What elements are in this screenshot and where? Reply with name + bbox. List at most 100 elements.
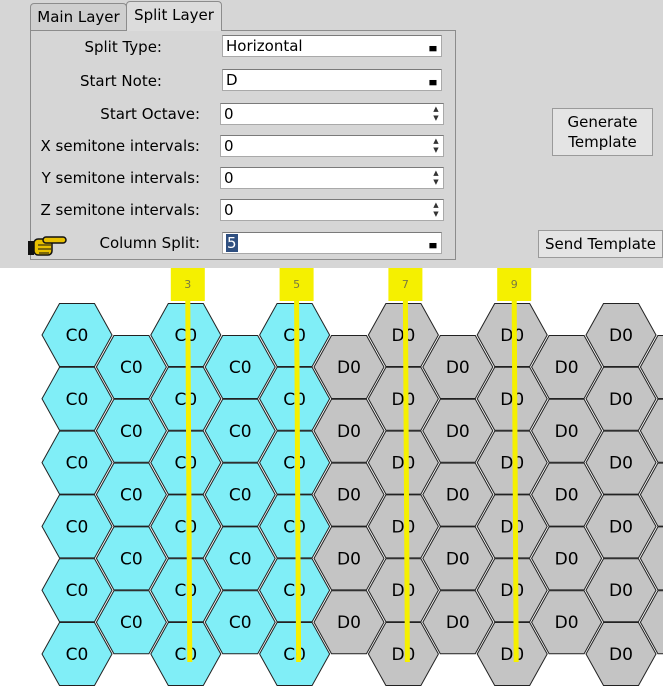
hex-key-label: D0 (446, 486, 470, 506)
hex-key-label: C0 (66, 326, 89, 346)
pointing-hand-icon (28, 236, 67, 256)
hex-key-label: D0 (337, 613, 361, 633)
y-semitone-value: 0 (224, 169, 234, 187)
hex-key-label: C0 (174, 645, 197, 665)
hex-key-label: D0 (337, 486, 361, 506)
y-semitone-label: Y semitone intervals: (41, 169, 200, 187)
start-note-label: Start Note: (80, 72, 162, 90)
x-semitone-label: X semitone intervals: (40, 137, 201, 155)
hex-key-label: C0 (283, 581, 306, 601)
hex-key-label: D0 (609, 581, 633, 601)
hex-key-label: D0 (555, 549, 579, 569)
column-split-value: 5 (226, 234, 238, 252)
spinner-arrows-icon[interactable]: ▲ ▼ (431, 106, 441, 122)
hex-key-label: C0 (120, 422, 143, 442)
hex-key-label: D0 (609, 517, 633, 537)
tab-main-layer[interactable]: Main Layer (30, 3, 127, 30)
hex-key-label: D0 (500, 390, 524, 410)
chevron-down-icon[interactable]: ▄ (427, 236, 439, 250)
hex-key-label: C0 (66, 390, 89, 410)
hex-key-label: C0 (283, 645, 306, 665)
hex-key-label: D0 (609, 326, 633, 346)
hex-key-label: D0 (337, 422, 361, 442)
start-note-value: D (226, 71, 238, 89)
hex-key-label: D0 (609, 390, 633, 410)
hex-key-label: C0 (229, 613, 252, 633)
hex-key-label: C0 (120, 613, 143, 633)
hex-key-label: D0 (609, 645, 633, 665)
hex-key-label: C0 (174, 581, 197, 601)
hex-key-label: D0 (446, 358, 470, 378)
hex-key-label: D0 (337, 549, 361, 569)
hex-key-label: C0 (120, 486, 143, 506)
hex-key-label: C0 (66, 645, 89, 665)
start-octave-spinner[interactable]: 0 ▲ ▼ (220, 103, 444, 125)
hex-key-label: D0 (391, 454, 415, 474)
hex-key-label: D0 (500, 454, 524, 474)
hex-key-label: C0 (283, 390, 306, 410)
y-semitone-spinner[interactable]: 0 ▲ ▼ (220, 167, 444, 189)
split-marker-label: 3 (184, 278, 191, 291)
hex-key-label: D0 (391, 390, 415, 410)
hex-key-label: D0 (500, 517, 524, 537)
split-type-select[interactable]: Horizontal ▄ (222, 35, 442, 57)
hex-key-label: C0 (66, 454, 89, 474)
spinner-arrows-icon[interactable]: ▲ ▼ (431, 170, 441, 186)
hex-key-label: C0 (174, 390, 197, 410)
hex-key-label: C0 (174, 454, 197, 474)
chevron-down-icon[interactable]: ▄ (427, 39, 439, 53)
hex-key-label: D0 (500, 645, 524, 665)
hex-key-label: C0 (66, 581, 89, 601)
hex-key-label: D0 (391, 581, 415, 601)
start-octave-value: 0 (224, 105, 234, 123)
hex-key-label: C0 (283, 517, 306, 537)
hex-grid[interactable]: C0 C0 C0 C0 C0 C0 C0 C0 C0 C0 C0 C0 C0 C0 C0 C0 C0 C0 C0 C0… (0, 268, 663, 699)
start-octave-label: Start Octave: (100, 105, 200, 123)
hex-key-label: D0 (391, 517, 415, 537)
hex-key-label: D0 (446, 549, 470, 569)
column-split-label: Column Split: (99, 234, 200, 252)
split-marker-label: 9 (511, 278, 518, 291)
hex-key-label: C0 (174, 517, 197, 537)
split-type-label: Split Type: (84, 38, 162, 56)
x-semitone-value: 0 (224, 137, 234, 155)
split-type-value: Horizontal (226, 37, 303, 55)
z-semitone-value: 0 (224, 201, 234, 219)
chevron-down-icon[interactable]: ▄ (427, 73, 439, 87)
start-note-select[interactable]: D ▄ (222, 69, 442, 91)
split-marker-line (511, 299, 519, 663)
hex-key-label: D0 (555, 486, 579, 506)
hex-key-label: C0 (66, 517, 89, 537)
z-semitone-spinner[interactable]: 0 ▲ ▼ (220, 199, 444, 221)
hex-key-label: D0 (609, 454, 633, 474)
settings-panel: Main Layer Split Layer Split Type: Horiz… (0, 0, 663, 268)
send-template-button[interactable]: Send Template (538, 230, 663, 258)
split-marker-label: 5 (293, 278, 300, 291)
hex-key-label: D0 (555, 358, 579, 378)
hex-key-label: D0 (555, 613, 579, 633)
hex-key-label: C0 (229, 358, 252, 378)
split-marker-label: 7 (402, 278, 409, 291)
spinner-arrows-icon[interactable]: ▲ ▼ (431, 202, 441, 218)
hex-key-label: C0 (120, 549, 143, 569)
hex-key-label: C0 (283, 454, 306, 474)
split-marker-line (402, 299, 410, 663)
hex-key-label: D0 (446, 613, 470, 633)
split-marker-line (185, 299, 193, 663)
spinner-arrows-icon[interactable]: ▲ ▼ (431, 138, 441, 154)
hex-key-label: C0 (229, 422, 252, 442)
column-split-select[interactable]: 5 ▄ (222, 232, 442, 254)
hex-key-label: D0 (337, 358, 361, 378)
x-semitone-spinner[interactable]: 0 ▲ ▼ (220, 135, 444, 157)
hex-key-label: D0 (446, 422, 470, 442)
tab-split-layer[interactable]: Split Layer (126, 1, 222, 31)
hex-key-label: D0 (391, 645, 415, 665)
generate-template-button[interactable]: Generate Template (552, 108, 653, 156)
hex-key-label: C0 (120, 358, 143, 378)
hex-key-label: D0 (555, 422, 579, 442)
z-semitone-label: Z semitone intervals: (40, 201, 201, 219)
hex-key-label: C0 (229, 486, 252, 506)
hex-key-label: D0 (500, 581, 524, 601)
hex-key-label: C0 (229, 549, 252, 569)
split-marker-line (294, 299, 302, 663)
